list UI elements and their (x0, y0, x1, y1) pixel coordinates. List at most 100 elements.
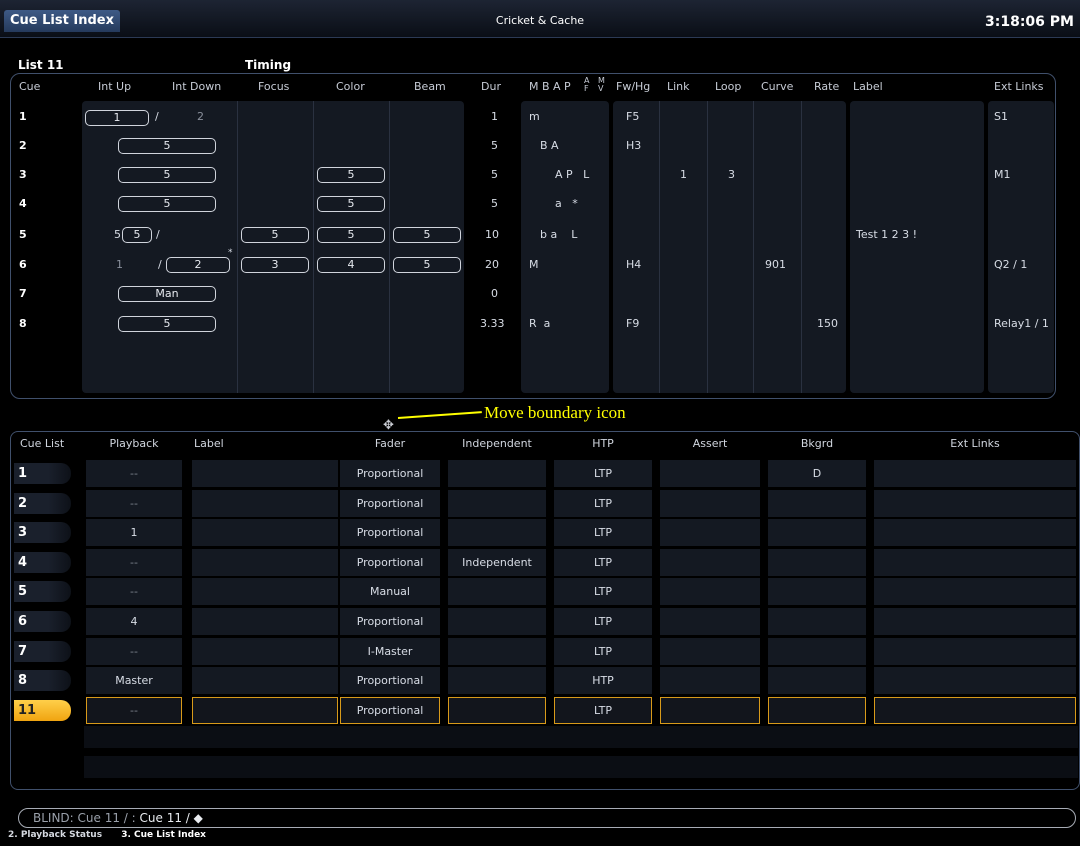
index-cell-assert[interactable] (660, 519, 760, 547)
cue-number[interactable]: 4 (19, 197, 27, 210)
cue-list-number[interactable]: 7 (14, 640, 71, 662)
index-cell-htp[interactable]: LTP (554, 608, 652, 635)
cue-number[interactable]: 8 (19, 317, 27, 330)
index-cell-bkgrd[interactable] (768, 548, 866, 576)
index-cell-fader[interactable]: Proportional (340, 489, 440, 517)
tab-playback-status[interactable]: 2. Playback Status (8, 830, 102, 840)
index-cell-assert[interactable] (660, 608, 760, 635)
index-cell-bkgrd[interactable] (768, 608, 866, 635)
index-cell-ext[interactable] (874, 608, 1076, 635)
index-cell-fader[interactable]: Proportional (340, 696, 440, 724)
cue-number[interactable]: 3 (19, 168, 27, 181)
color-time[interactable]: 4 (317, 257, 385, 273)
index-cell-playback[interactable]: -- (86, 460, 182, 487)
int-up-value[interactable]: 1 (116, 258, 123, 271)
int-up-value[interactable]: Man (118, 286, 216, 302)
index-cell-htp[interactable]: LTP (554, 489, 652, 517)
index-cell-htp[interactable]: HTP (554, 667, 652, 695)
index-cell-fader[interactable]: Manual (340, 578, 440, 606)
index-cell-playback[interactable]: -- (86, 637, 182, 665)
int-down-value[interactable]: 2 (197, 110, 204, 123)
int-up-value[interactable]: 5 (118, 167, 216, 183)
index-cell-fader[interactable]: Proportional (340, 460, 440, 487)
index-cell-htp[interactable]: LTP (554, 637, 652, 665)
cue-number[interactable]: 7 (19, 287, 27, 300)
command-line[interactable]: BLIND: Cue 11 / : Cue 11 / ◆ (18, 808, 1076, 828)
index-cell-independent[interactable] (448, 460, 546, 487)
beam-time[interactable]: 5 (393, 257, 461, 273)
cue-list-number[interactable]: 6 (14, 611, 71, 632)
cue-number[interactable]: 6 (19, 258, 27, 271)
index-cell-assert[interactable] (660, 548, 760, 576)
index-cell-playback[interactable]: -- (86, 548, 182, 576)
index-cell-htp[interactable]: LTP (554, 696, 652, 724)
color-time[interactable]: 5 (317, 227, 385, 243)
color-time[interactable]: 5 (317, 167, 385, 183)
index-cell-independent[interactable] (448, 578, 546, 606)
index-cell-bkgrd[interactable] (768, 696, 866, 724)
index-cell-ext[interactable] (874, 460, 1076, 487)
index-cell-htp[interactable]: LTP (554, 548, 652, 576)
index-cell-label[interactable] (192, 548, 338, 576)
index-cell-playback[interactable]: -- (86, 489, 182, 517)
index-cell-ext[interactable] (874, 548, 1076, 576)
cue-list-number[interactable]: 3 (14, 522, 71, 544)
index-cell-assert[interactable] (660, 578, 760, 606)
index-cell-fader[interactable]: Proportional (340, 608, 440, 635)
tab-cue-list-index-bottom[interactable]: 3. Cue List Index (121, 830, 206, 840)
index-cell-assert[interactable] (660, 489, 760, 517)
cue-number[interactable]: 5 (19, 228, 27, 241)
index-cell-independent[interactable] (448, 608, 546, 635)
index-cell-label[interactable] (192, 667, 338, 695)
index-cell-assert[interactable] (660, 460, 760, 487)
index-cell-bkgrd[interactable] (768, 489, 866, 517)
int-up-value[interactable]: 5 (118, 196, 216, 212)
cue-list-number[interactable]: 11 (14, 699, 71, 721)
index-cell-playback[interactable]: -- (86, 578, 182, 606)
beam-time[interactable]: 5 (393, 227, 461, 243)
index-cell-htp[interactable]: LTP (554, 460, 652, 487)
int-up-value[interactable]: 1 (85, 110, 149, 126)
index-cell-independent[interactable] (448, 637, 546, 665)
focus-time[interactable]: 5 (241, 227, 309, 243)
index-cell-independent[interactable] (448, 519, 546, 547)
index-cell-label[interactable] (192, 608, 338, 635)
index-cell-assert[interactable] (660, 696, 760, 724)
index-cell-ext[interactable] (874, 519, 1076, 547)
index-cell-ext[interactable] (874, 578, 1076, 606)
index-cell-assert[interactable] (660, 637, 760, 665)
index-cell-label[interactable] (192, 637, 338, 665)
cue-list-number[interactable]: 8 (14, 670, 71, 692)
index-cell-htp[interactable]: LTP (554, 578, 652, 606)
index-cell-bkgrd[interactable] (768, 578, 866, 606)
cue-list-number[interactable]: 2 (14, 492, 71, 514)
index-cell-ext[interactable] (874, 489, 1076, 517)
index-cell-independent[interactable] (448, 667, 546, 695)
index-cell-label[interactable] (192, 519, 338, 547)
focus-time[interactable]: 3 (241, 257, 309, 273)
index-cell-fader[interactable]: Proportional (340, 519, 440, 547)
index-cell-assert[interactable] (660, 667, 760, 695)
index-cell-bkgrd[interactable]: D (768, 460, 866, 487)
index-cell-fader[interactable]: Proportional (340, 667, 440, 695)
cue-number[interactable]: 2 (19, 139, 27, 152)
cue-list-number[interactable]: 4 (14, 551, 71, 573)
cue-list-number[interactable]: 1 (14, 463, 71, 484)
index-cell-ext[interactable] (874, 696, 1076, 724)
index-cell-label[interactable] (192, 460, 338, 487)
index-cell-playback[interactable]: 4 (86, 608, 182, 635)
index-cell-bkgrd[interactable] (768, 519, 866, 547)
index-cell-label[interactable] (192, 578, 338, 606)
index-cell-bkgrd[interactable] (768, 637, 866, 665)
cue-number[interactable]: 1 (19, 110, 27, 123)
index-cell-independent[interactable] (448, 696, 546, 724)
index-cell-fader[interactable]: I-Master (340, 637, 440, 665)
index-cell-fader[interactable]: Proportional (340, 548, 440, 576)
index-cell-ext[interactable] (874, 667, 1076, 695)
int-up-value[interactable]: 5 (118, 316, 216, 332)
index-cell-independent[interactable]: Independent (448, 548, 546, 576)
int-up-value[interactable]: 5 (122, 227, 152, 243)
index-cell-playback[interactable]: -- (86, 696, 182, 724)
index-cell-label[interactable] (192, 696, 338, 724)
int-down-value[interactable]: 2 (166, 257, 230, 273)
